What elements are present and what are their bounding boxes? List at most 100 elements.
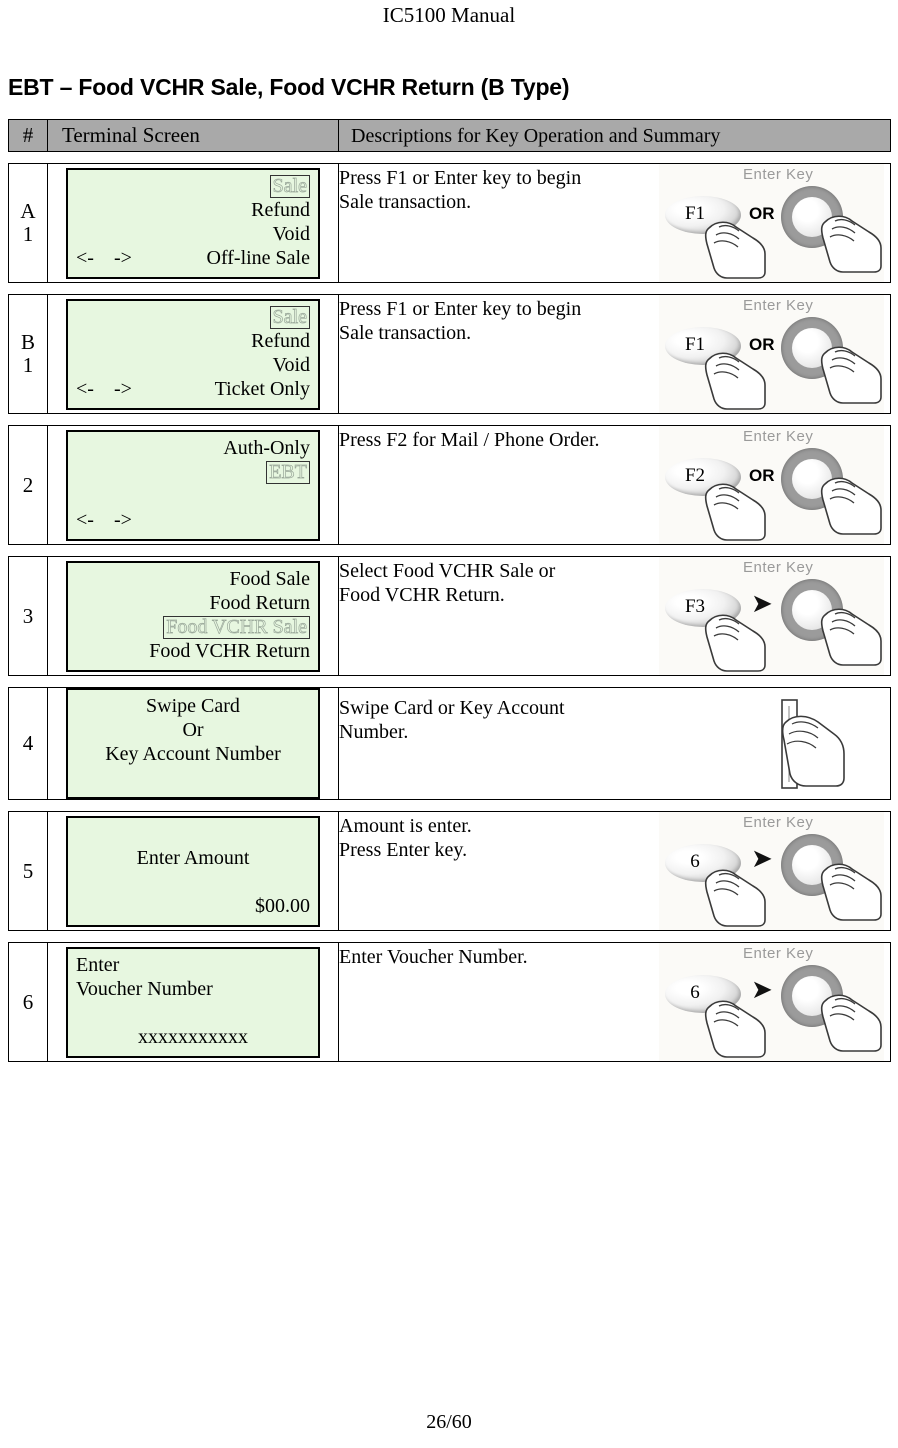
lcd-menu-item[interactable]: Void bbox=[273, 223, 310, 245]
row-spacer bbox=[8, 282, 891, 295]
lcd-line: <- -> bbox=[76, 509, 310, 533]
row-number: 2 bbox=[8, 425, 48, 546]
description-text: Swipe Card or Key Account Number. bbox=[339, 696, 565, 743]
row-number: B1 bbox=[8, 294, 48, 415]
lcd-menu-item[interactable]: xxxxxxxxxxx bbox=[138, 1026, 248, 1048]
lcd-menu-item[interactable]: Swipe Card bbox=[146, 695, 240, 717]
table-row: 6 Enter Voucher Number xxxxxxxxxxx Enter Vo… bbox=[8, 942, 891, 1063]
lcd-line bbox=[76, 485, 310, 509]
lcd-line bbox=[76, 767, 310, 791]
lcd-line: EBT bbox=[76, 460, 310, 485]
row-terminal-screen: Sale Refund Void <- -> Ticket Only bbox=[47, 294, 339, 415]
lcd-menu-item[interactable]: Refund bbox=[251, 330, 310, 352]
lcd-menu-item[interactable]: Refund bbox=[251, 199, 310, 221]
row-number: 4 bbox=[8, 687, 48, 801]
terminal-lcd-screen: Sale Refund Void <- -> Ticket Only bbox=[66, 298, 320, 410]
key-illustration: Enter Key F1 OR bbox=[659, 295, 884, 414]
lcd-menu-item[interactable]: Food Return bbox=[209, 592, 310, 614]
procedure-table-body: # Terminal Screen Descriptions for Key Ope… bbox=[8, 119, 893, 1063]
pointing-hand-icon bbox=[703, 862, 777, 928]
pointing-hand-icon bbox=[703, 607, 777, 673]
lcd-line: Enter bbox=[76, 954, 310, 978]
table-row: 5 Enter Amount $00.00 Amount is enter. Pre… bbox=[8, 811, 893, 932]
row-terminal-screen: Sale Refund Void <- -> Off-line Sale bbox=[47, 163, 339, 284]
key-illustration: Enter Key F2 OR bbox=[659, 426, 884, 545]
row-number: 5 bbox=[8, 811, 48, 932]
row-number: 6 bbox=[8, 942, 48, 1063]
document-header: IC5100 Manual bbox=[382, 3, 516, 27]
procedure-table-wrapper: # Terminal Screen Descriptions for Key Ope… bbox=[8, 119, 893, 1063]
lcd-line: xxxxxxxxxxx bbox=[76, 1026, 310, 1050]
table-row: 3 Food Sale Food Return Food VCHR Sale Food … bbox=[8, 556, 891, 677]
lcd-menu-item[interactable]: Food Sale bbox=[229, 568, 310, 590]
table-row: B 1 Sale Refund Void <- -> Ticket Only Press F1… bbox=[8, 294, 891, 415]
lcd-selected-item[interactable]: Sale bbox=[269, 305, 310, 329]
pointing-hand-icon bbox=[819, 856, 893, 922]
row-description: Select Food VCHR Sale or Food VCHR Return… bbox=[338, 556, 891, 677]
lcd-selected-item[interactable]: EBT bbox=[266, 460, 310, 484]
pointing-hand-icon bbox=[819, 339, 893, 405]
lcd-line: Refund bbox=[76, 330, 310, 354]
lcd-selected-item[interactable]: Sale bbox=[269, 174, 310, 198]
lcd-menu-item[interactable]: Key Account Number bbox=[105, 743, 281, 765]
row-spacer bbox=[8, 151, 891, 164]
description-text: Press F1 or Enter key to begin Sale trans… bbox=[339, 167, 582, 214]
row-description: Press F1 or Enter key to begin Sale trans… bbox=[338, 163, 891, 284]
enter-key-label: Enter Key bbox=[743, 428, 814, 446]
pointing-hand-icon bbox=[819, 601, 893, 667]
procedure-table: # Terminal Screen Descriptions for Key Ope… bbox=[8, 119, 893, 1063]
row-number: A1 bbox=[8, 163, 48, 284]
lcd-menu-item[interactable]: Ticket Only bbox=[172, 378, 310, 402]
row-spacer bbox=[8, 413, 891, 426]
lcd-menu-item[interactable]: Or bbox=[182, 719, 203, 741]
document-page: IC5100 Manual EBT – Food VCHR Sale, Food… bbox=[0, 0, 898, 1448]
row-terminal-screen: Enter Amount $00.00 bbox=[47, 811, 339, 932]
lcd-menu-item[interactable]: Auth-Only bbox=[223, 437, 310, 459]
lcd-line: Swipe Card bbox=[76, 695, 310, 719]
lcd-line: $00.00 bbox=[76, 895, 310, 919]
terminal-lcd-screen: Enter Voucher Number xxxxxxxxxxx bbox=[66, 946, 320, 1058]
lcd-line: Voucher Number bbox=[76, 978, 310, 1002]
lcd-line: Auth-Only bbox=[76, 437, 310, 461]
pointing-hand-icon bbox=[703, 214, 777, 280]
lcd-menu-item[interactable]: Off-line Sale bbox=[172, 247, 311, 271]
lcd-line: Food VCHR Sale bbox=[76, 615, 310, 640]
row-spacer bbox=[8, 799, 891, 812]
terminal-lcd-screen: Food Sale Food Return Food VCHR Sale Food V… bbox=[66, 560, 320, 672]
lcd-menu-item[interactable]: $00.00 bbox=[255, 895, 310, 917]
lcd-nav-arrows[interactable]: <- -> bbox=[76, 247, 172, 271]
description-text: Press F1 or Enter key to begin Sale trans… bbox=[339, 298, 582, 345]
table-header-row: # Terminal Screen Descriptions for Key Ope… bbox=[8, 119, 891, 153]
section-title: EBT – Food VCHR Sale, Food VCHR Return (… bbox=[8, 74, 570, 101]
lcd-selected-item[interactable]: Food VCHR Sale bbox=[163, 615, 310, 639]
row-spacer bbox=[8, 675, 891, 688]
lcd-menu-item[interactable]: Enter bbox=[76, 954, 119, 976]
row-description: Press F2 for Mail / Phone Order. Enter Ke… bbox=[338, 425, 891, 546]
pointing-hand-icon bbox=[703, 345, 777, 411]
terminal-lcd-screen: Swipe Card Or Key Account Number bbox=[66, 688, 320, 800]
lcd-menu-item[interactable]: Void bbox=[273, 354, 310, 376]
lcd-menu-item[interactable]: Food VCHR Return bbox=[149, 640, 310, 662]
terminal-lcd-screen: Sale Refund Void <- -> Off-line Sale bbox=[66, 167, 320, 279]
lcd-line: Food VCHR Return bbox=[76, 640, 310, 664]
lcd-line: Void bbox=[76, 223, 310, 247]
lcd-nav-arrows[interactable]: <- -> bbox=[76, 378, 172, 402]
key-illustration: Enter Key 6 ➤ bbox=[659, 943, 884, 1062]
enter-key-label: Enter Key bbox=[743, 166, 814, 184]
pointing-hand-icon bbox=[703, 476, 777, 542]
lcd-line: Key Account Number bbox=[76, 743, 310, 767]
lcd-menu-item[interactable]: Voucher Number bbox=[76, 978, 213, 1000]
lcd-nav-arrows[interactable]: <- -> bbox=[76, 509, 172, 533]
enter-key-label: Enter Key bbox=[743, 945, 814, 963]
table-row: 4 Swipe Card Or Key Account Number Swipe Ca… bbox=[8, 687, 891, 801]
lcd-menu-item[interactable]: Enter Amount bbox=[137, 847, 250, 869]
lcd-line bbox=[76, 871, 310, 895]
key-illustration: Enter Key F3 ➤ bbox=[659, 557, 884, 676]
row-spacer bbox=[8, 544, 891, 557]
lcd-line: Void bbox=[76, 354, 310, 378]
row-description: Press F1 or Enter key to begin Sale trans… bbox=[338, 294, 891, 415]
lcd-line: Food Sale bbox=[76, 568, 310, 592]
lcd-menu-item[interactable] bbox=[172, 509, 310, 533]
lcd-line bbox=[76, 823, 310, 847]
header-descriptions: Descriptions for Key Operation and Summa… bbox=[338, 119, 891, 153]
